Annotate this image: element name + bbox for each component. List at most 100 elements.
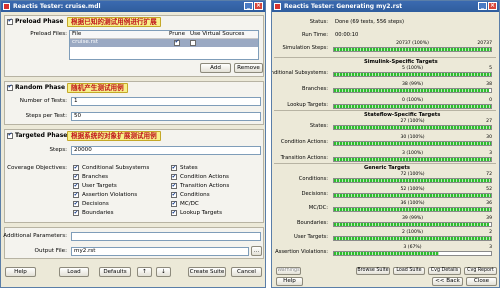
target-total: 2 [489,230,492,235]
target-total: 30 [486,135,492,140]
objective-checkbox[interactable]: ✔ [171,192,177,198]
sim-steps-label: Simulation Steps: [282,45,328,51]
preload-panel: ✔ Preload Phase 根据已知的测试用例进行扩展 Preload Fi… [4,15,264,77]
cvg-report-button[interactable]: Cvg Report [464,267,497,275]
target-total: 39 [486,215,492,221]
cancel-button[interactable]: Cancel [231,267,262,277]
target-count: 2 (100%) [401,230,424,235]
targeted-steps-label: Steps: [49,147,67,153]
steps-per-test-input[interactable]: 50 [71,112,261,121]
target-fill [334,142,491,145]
objective-checkbox[interactable]: ✔ [171,201,177,207]
random-header: ✔ Random Phase [5,83,65,92]
target-fill [334,179,491,182]
browse-button[interactable]: ... [251,246,262,256]
target-progress-bar: 52 (100%) 52 [333,187,492,201]
objective-checkbox[interactable]: ✔ [73,165,79,171]
objective-user-targets[interactable]: ✔ User Targets [73,182,117,190]
table-row[interactable]: cruise.rst ✔ [70,39,258,47]
move-down-button[interactable]: ↓ [156,267,171,277]
close-icon[interactable]: × [254,2,263,10]
target-fill [334,237,491,240]
objective-branches[interactable]: ✔ Branches [73,173,108,181]
row-prune-checkbox[interactable]: ✔ [174,39,180,46]
objective-states[interactable]: ✔ States [171,164,198,172]
target-total: 72 [486,172,492,177]
target-fill [334,222,490,226]
move-up-button[interactable]: ↑ [137,267,152,277]
row-prune-cell: ✔ [166,39,188,47]
group-title: Simulink-Specific Targets [364,59,438,65]
objective-conditional-subsystems[interactable]: ✔ Conditional Subsystems [73,164,149,172]
help-button[interactable]: Help [5,267,36,277]
row-virtual-cell [188,39,258,47]
objective-checkbox[interactable]: ✔ [73,201,79,207]
target-fill [334,105,491,108]
objective-lookup-targets[interactable]: ✔ Lookup Targets [171,209,222,217]
objective-boundaries[interactable]: ✔ Boundaries [73,209,114,217]
target-count: 36 (100%) [400,201,425,206]
target-label: Lookup Targets: [287,102,328,108]
target-total: 0 [489,98,492,103]
preload-title: Preload Phase [15,18,64,25]
right-titlebar: Reactis Tester: Generating my2.rst _ × [272,1,499,12]
objective-label: Assertion Violations [82,192,138,198]
target-label: Condition Actions: [280,139,328,145]
remove-button[interactable]: Remove [234,63,263,73]
browse-suite-button[interactable]: Browse Suite [356,267,390,275]
target-progress-bar: 27 (100%) 27 [333,119,492,133]
tests-input[interactable]: 1 [71,97,261,106]
objective-checkbox[interactable]: ✔ [171,165,177,171]
objective-conditions[interactable]: ✔ Conditions [171,191,210,199]
objective-checkbox[interactable]: ✔ [73,210,79,216]
objective-checkbox[interactable]: ✔ [73,174,79,180]
cvg-details-button[interactable]: Cvg Details [428,267,461,275]
objective-checkbox[interactable]: ✔ [73,192,79,198]
load-suite-button[interactable]: Load Suite [393,267,425,275]
close-button[interactable]: Close [466,277,497,286]
row-virtual-checkbox[interactable] [190,39,196,46]
objective-assertion-violations[interactable]: ✔ Assertion Violations [73,191,137,199]
objective-checkbox[interactable]: ✔ [171,210,177,216]
target-progress-bar: 5 (100%) 5 [333,66,492,80]
random-callout: 随机产生测试用例 [67,83,128,93]
row-file: cruise.rst [72,39,99,45]
create-suite-button[interactable]: Create Suite [188,267,226,277]
close-icon[interactable]: × [488,2,497,10]
target-fill [334,89,490,92]
add-button[interactable]: Add [200,63,231,73]
objective-label: Boundaries [82,210,114,216]
suite-config-window: Reactis Tester: cruise.mdl _ × ✔ Preload… [0,0,266,288]
warnings-button[interactable]: Warnings [276,267,301,275]
target-count: 30 (100%) [400,135,425,140]
objective-checkbox[interactable]: ✔ [171,174,177,180]
minimize-icon[interactable]: _ [478,2,487,10]
left-button-bar: Help Load Defaults ↑ ↓ Create Suite Canc… [1,263,265,287]
output-file-input[interactable]: my2.rst [71,247,249,256]
target-label: MC/DC: [308,205,328,211]
col-prune: Prune [168,31,186,37]
objective-label: Conditions [180,192,210,198]
target-fill [334,251,440,255]
targeted-checkbox[interactable]: ✔ [7,132,13,139]
objective-decisions[interactable]: ✔ Decisions [73,200,109,208]
group-divider [274,110,496,111]
minimize-icon[interactable]: _ [244,2,253,10]
back-button[interactable]: << Back [432,277,463,286]
preload-checkbox[interactable]: ✔ [7,18,13,25]
target-count: 0 (100%) [401,98,424,103]
target-total: 52 [486,186,492,192]
objective-checkbox[interactable]: ✔ [73,183,79,189]
additional-params-label: Additional Parameters: [3,233,67,239]
objective-condition-actions[interactable]: ✔ Condition Actions [171,173,229,181]
tests-label: Number of Tests: [19,98,67,104]
objective-transition-actions[interactable]: ✔ Transition Actions [171,182,229,190]
right-help-button[interactable]: Help [276,277,303,286]
targeted-steps-input[interactable]: 20000 [71,146,261,155]
load-button[interactable]: Load [59,267,89,277]
defaults-button[interactable]: Defaults [99,267,131,277]
objective-mcdc[interactable]: ✔ MC/DC [171,200,199,208]
random-checkbox[interactable]: ✔ [7,84,13,91]
objective-checkbox[interactable]: ✔ [171,183,177,189]
additional-params-input[interactable] [71,232,261,241]
